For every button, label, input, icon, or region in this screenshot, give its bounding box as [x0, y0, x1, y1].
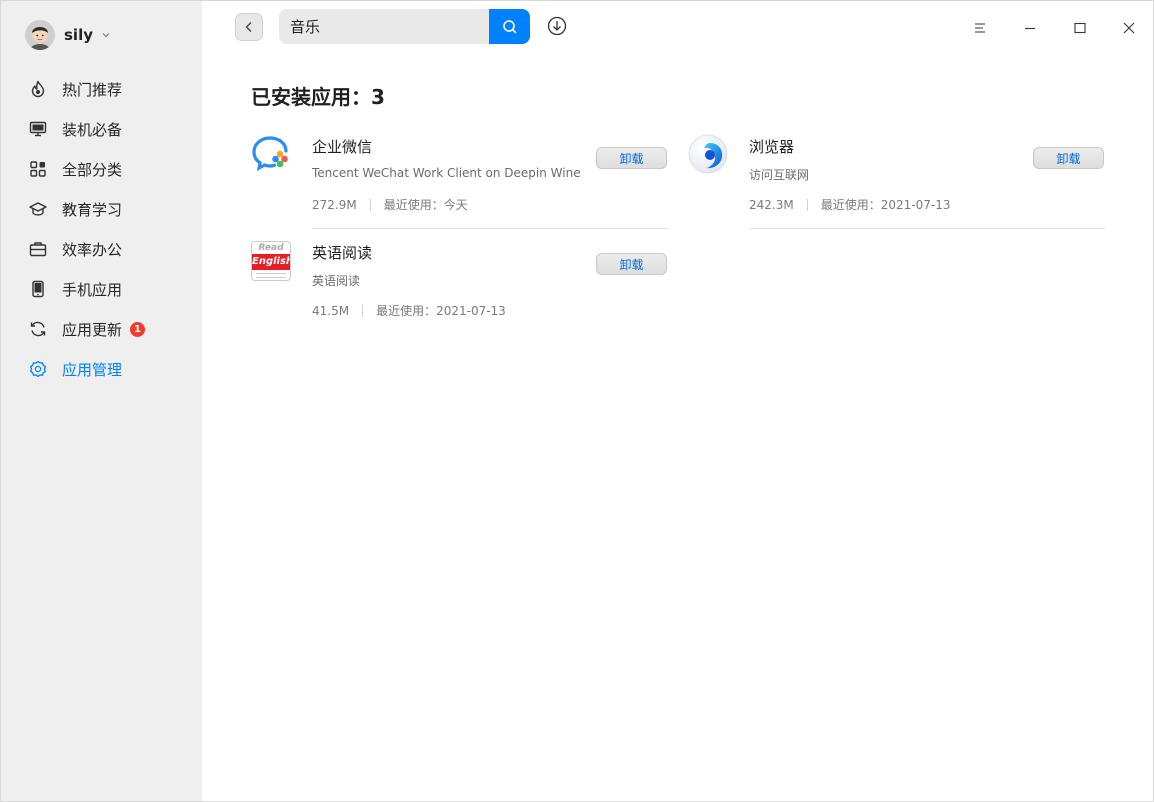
- graduation-cap-icon: [29, 200, 47, 218]
- app-meta: 242.3M 最近使用：2021-07-13: [749, 196, 950, 213]
- main-menu-button[interactable]: [965, 13, 995, 43]
- maximize-button[interactable]: [1065, 13, 1095, 43]
- sidebar-item-label: 装机必备: [62, 120, 123, 139]
- english-reading-app-icon: Read English: [251, 241, 291, 281]
- sidebar-item-mobile[interactable]: 手机应用: [1, 269, 202, 309]
- search-icon: [502, 19, 517, 34]
- user-name: sily: [64, 26, 93, 44]
- app-size: 242.3M: [749, 197, 794, 212]
- minimize-button[interactable]: [1015, 13, 1045, 43]
- app-name: 浏览器: [749, 138, 795, 156]
- sidebar-item-office[interactable]: 效率办公: [1, 229, 202, 269]
- uninstall-button[interactable]: 卸载: [596, 253, 667, 275]
- maximize-icon: [1074, 22, 1086, 34]
- wechat-work-app-icon: [252, 136, 288, 172]
- search-input[interactable]: [279, 9, 489, 44]
- chevron-down-icon: [102, 33, 110, 38]
- app-meta: 272.9M 最近使用：今天: [312, 196, 468, 213]
- sidebar-item-essentials[interactable]: 装机必备: [1, 109, 202, 149]
- download-icon: [547, 16, 567, 36]
- sidebar-item-label: 全部分类: [62, 160, 123, 179]
- app-size: 272.9M: [312, 197, 357, 212]
- phone-icon: [29, 280, 47, 298]
- close-icon: [1123, 22, 1135, 34]
- uninstall-button[interactable]: 卸载: [1033, 147, 1104, 169]
- sidebar-nav: 热门推荐 装机必备 全部分类 教育学习 效率办公 手机应用 应用更新 1 应用管…: [1, 69, 202, 389]
- app-size: 41.5M: [312, 303, 350, 318]
- search-button[interactable]: [489, 9, 530, 44]
- briefcase-icon: [29, 240, 47, 258]
- user-menu[interactable]: sily: [25, 19, 110, 51]
- gear-icon: [29, 360, 47, 378]
- sidebar-item-label: 热门推荐: [62, 80, 123, 99]
- meta-divider: [369, 198, 371, 211]
- app-name: 英语阅读: [312, 244, 373, 262]
- icon-english-text: English: [252, 254, 290, 270]
- sidebar-item-categories[interactable]: 全部分类: [1, 149, 202, 189]
- flame-icon: [29, 80, 47, 98]
- uninstall-button[interactable]: 卸载: [596, 147, 667, 169]
- sidebar-item-app-management[interactable]: 应用管理: [1, 349, 202, 389]
- minimize-icon: [1025, 27, 1035, 30]
- app-last-used: 最近使用：今天: [383, 198, 468, 212]
- divider: [312, 228, 668, 229]
- sidebar-item-hot[interactable]: 热门推荐: [1, 69, 202, 109]
- app-name: 企业微信: [312, 138, 373, 156]
- sidebar-item-label: 效率办公: [62, 240, 123, 259]
- avatar-face-icon: [25, 20, 55, 50]
- app-store-window: sily 热门推荐 装机必备 全部分类 教育学习 效率办公 手机应用 应用更新 …: [0, 0, 1154, 802]
- app-card: 企业微信 Tencent WeChat Work Client on Deepi…: [251, 134, 671, 234]
- sidebar-item-education[interactable]: 教育学习: [1, 189, 202, 229]
- app-meta: 41.5M 最近使用：2021-07-13: [312, 302, 506, 319]
- app-card: Read English 英语阅读 英语阅读 41.5M 最近使用：2021-0…: [251, 240, 671, 340]
- app-last-used: 最近使用：2021-07-13: [820, 198, 951, 212]
- sidebar-item-label: 应用管理: [62, 360, 123, 379]
- search-box: [279, 9, 530, 44]
- icon-line: [256, 273, 286, 274]
- sidebar-item-updates[interactable]: 应用更新 1: [1, 309, 202, 349]
- app-card: 浏览器 访问互联网 242.3M 最近使用：2021-07-13 卸载: [688, 134, 1108, 234]
- update-count-badge: 1: [130, 321, 146, 337]
- app-description: 访问互联网: [749, 168, 810, 182]
- meta-divider: [362, 304, 364, 317]
- sidebar: sily 热门推荐 装机必备 全部分类 教育学习 效率办公 手机应用 应用更新 …: [1, 1, 202, 801]
- sidebar-item-label: 教育学习: [62, 200, 123, 219]
- grid-icon: [29, 160, 47, 178]
- icon-read-text: Read: [258, 243, 284, 253]
- page-title: 已安装应用：3: [251, 85, 385, 109]
- browser-app-icon: [688, 134, 728, 174]
- refresh-icon: [29, 320, 47, 338]
- app-description: 英语阅读: [312, 274, 361, 288]
- close-button[interactable]: [1114, 13, 1144, 43]
- divider: [749, 228, 1105, 229]
- icon-line: [256, 277, 286, 278]
- sidebar-item-label: 应用更新: [62, 320, 123, 339]
- meta-divider: [806, 198, 808, 211]
- menu-icon: [975, 23, 985, 33]
- app-last-used: 最近使用：2021-07-13: [376, 304, 506, 318]
- avatar: [25, 20, 55, 50]
- app-description: Tencent WeChat Work Client on Deepin Win…: [312, 166, 581, 180]
- sidebar-item-label: 手机应用: [62, 280, 123, 299]
- monitor-icon: [29, 120, 47, 138]
- chevron-left-icon: [245, 22, 252, 32]
- download-manager-button[interactable]: [546, 15, 568, 37]
- back-button[interactable]: [235, 13, 263, 41]
